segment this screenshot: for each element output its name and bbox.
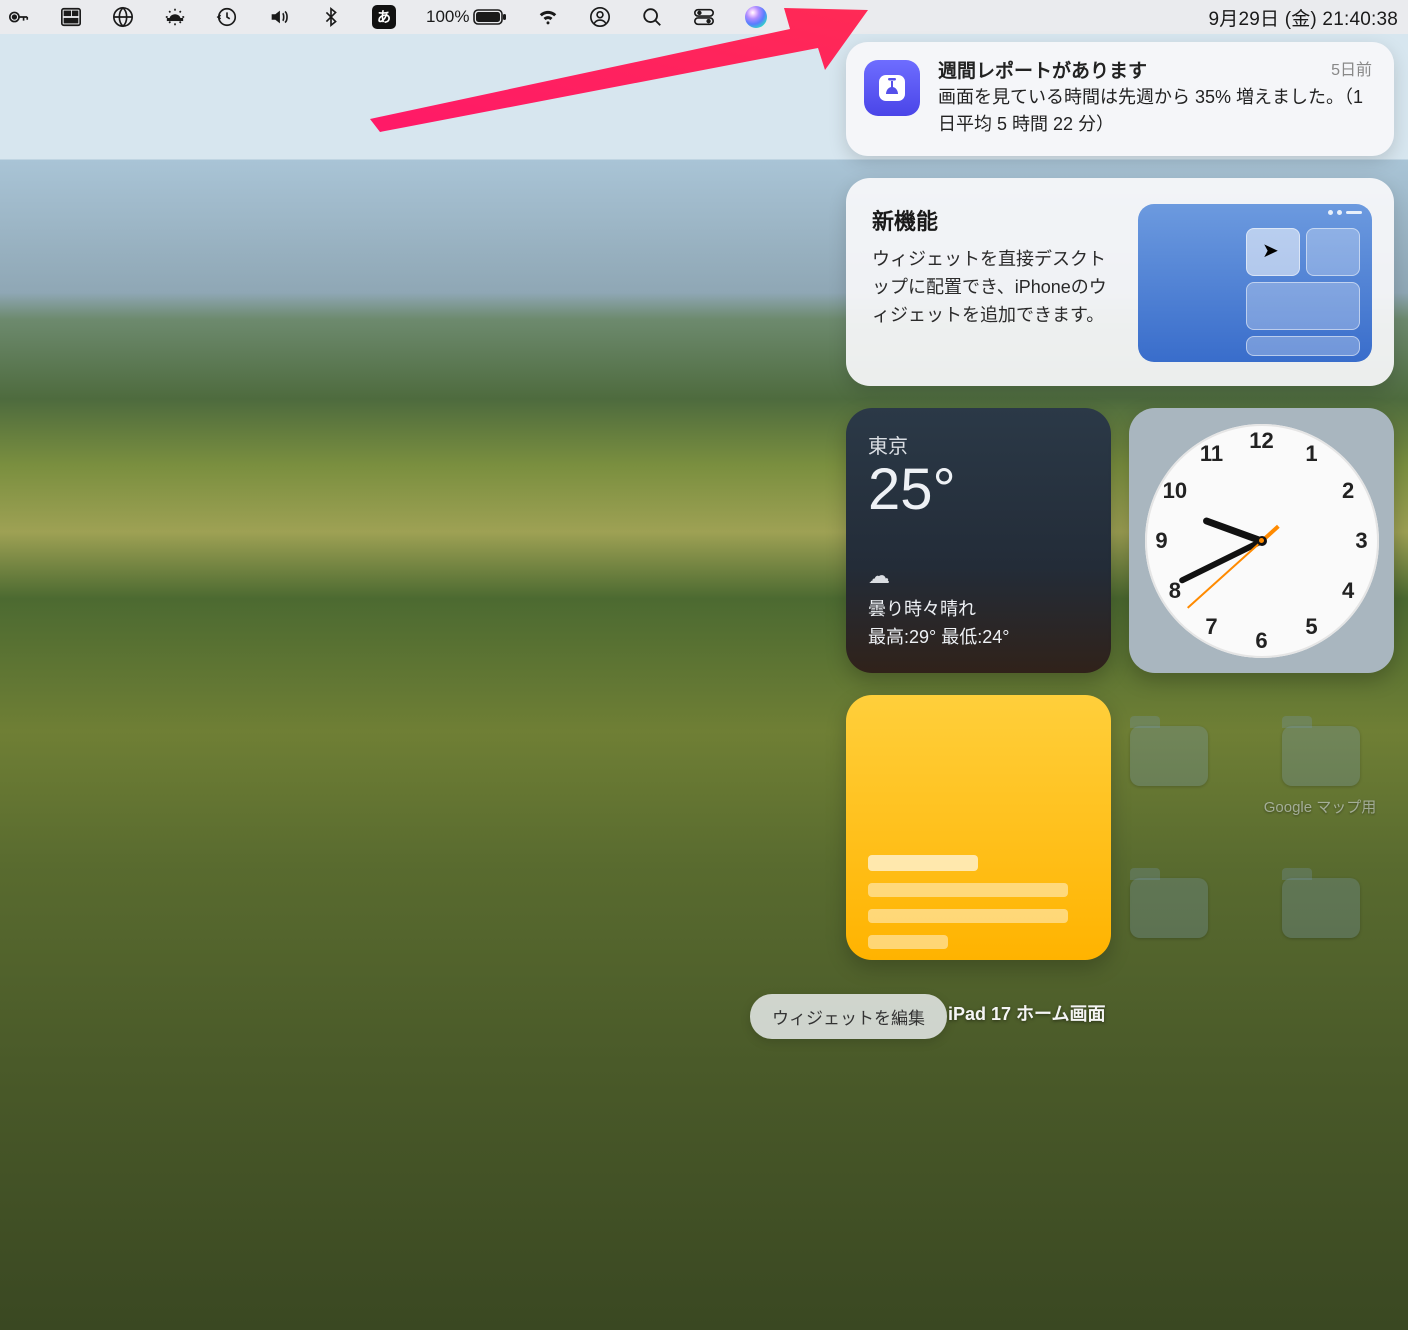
clock-numeral: 7	[1205, 614, 1217, 640]
volume-icon[interactable]	[268, 6, 290, 28]
weather-city: 東京	[868, 430, 1089, 459]
window-tile-icon[interactable]	[60, 6, 82, 28]
notes-widget[interactable]	[846, 695, 1111, 960]
control-center-icon[interactable]	[693, 6, 715, 28]
menubar-datetime[interactable]: 9月29日 (金) 21:40:38	[1209, 4, 1398, 31]
safari-icon[interactable]	[112, 6, 134, 28]
clock-numeral: 8	[1169, 578, 1181, 604]
clock-numeral: 11	[1200, 441, 1223, 467]
screentime-icon	[864, 60, 920, 116]
clock-face: 123456789101112	[1145, 424, 1379, 658]
menubar: あ 100% 9月29日 (金) 21:40:38	[0, 0, 1408, 34]
clock-numeral: 5	[1305, 614, 1317, 640]
note-line	[868, 883, 1068, 897]
note-line	[868, 909, 1068, 923]
desktop-folder-label: Google マップ用	[1250, 796, 1390, 817]
timemachine-icon[interactable]	[216, 6, 238, 28]
notification-body: 画面を見ている時間は先週から 35% 増えました。（1日平均 5 時間 22 分…	[938, 84, 1372, 138]
note-line	[868, 935, 948, 949]
clock-numeral: 4	[1342, 578, 1354, 604]
weather-temp: 25°	[868, 461, 1089, 519]
clock-numeral: 6	[1255, 628, 1267, 654]
screentime-notification[interactable]: 週間レポートがあります 画面を見ている時間は先週から 35% 増えました。（1日…	[846, 42, 1394, 156]
weather-hilo: 最高:29° 最低:24°	[868, 623, 1089, 649]
desktop-folder[interactable]	[1282, 878, 1360, 938]
clock-numeral: 3	[1355, 528, 1367, 554]
clock-numeral: 2	[1342, 478, 1354, 504]
tip-body: ウィジェットを直接デスクトップに配置でき、iPhoneのウィジェットを追加できま…	[872, 246, 1120, 330]
clock-numeral: 10	[1163, 478, 1187, 504]
clock-numeral: 1	[1305, 441, 1317, 467]
desktop-folder[interactable]	[1282, 726, 1360, 786]
spotlight-icon[interactable]	[641, 6, 663, 28]
clock-widget[interactable]: 123456789101112	[1129, 408, 1394, 673]
battery-percent: 100%	[426, 7, 469, 27]
bluetooth-icon[interactable]	[320, 6, 342, 28]
user-icon[interactable]	[589, 6, 611, 28]
cloud-icon: ☁︎	[868, 563, 1089, 589]
vpn-icon[interactable]	[8, 6, 30, 28]
desktop-folder[interactable]	[1130, 878, 1208, 938]
edit-widgets-button[interactable]: ウィジェットを編集	[750, 994, 947, 1039]
tip-heading: 新機能	[872, 204, 1120, 236]
desktop-folder[interactable]	[1130, 726, 1208, 786]
notification-timestamp: 5日前	[1331, 56, 1372, 80]
ime-indicator[interactable]: あ	[372, 5, 396, 29]
wifi-icon[interactable]	[537, 6, 559, 28]
battery-indicator[interactable]: 100%	[426, 7, 507, 27]
ipad-home-label: iPad 17 ホーム画面	[948, 1000, 1106, 1026]
clock-numeral: 12	[1249, 428, 1273, 454]
weather-condition: 曇り時々晴れ	[868, 595, 1089, 621]
note-line	[868, 855, 978, 871]
siri-icon[interactable]	[745, 6, 767, 28]
notification-title: 週間レポートがあります	[938, 56, 1372, 80]
tip-illustration: ➤	[1138, 204, 1372, 362]
brightness-icon[interactable]	[164, 6, 186, 28]
clock-numeral: 9	[1155, 528, 1167, 554]
notification-center: 週間レポートがあります 画面を見ている時間は先週から 35% 増えました。（1日…	[846, 42, 1394, 960]
cursor-icon: ➤	[1262, 238, 1279, 263]
weather-widget[interactable]: 東京 25° ☁︎ 曇り時々晴れ 最高:29° 最低:24°	[846, 408, 1111, 673]
tip-new-features[interactable]: 新機能 ウィジェットを直接デスクトップに配置でき、iPhoneのウィジェットを追…	[846, 178, 1394, 386]
